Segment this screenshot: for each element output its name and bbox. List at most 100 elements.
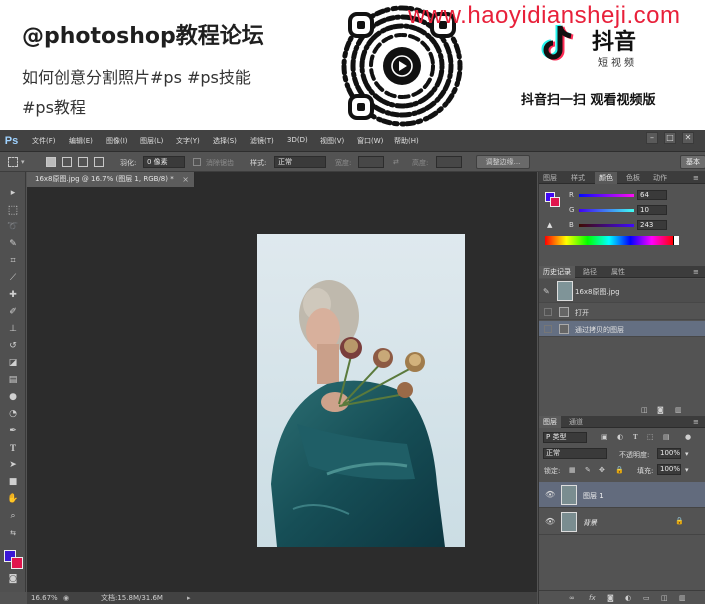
menu-layer[interactable]: 图层(L) (140, 136, 163, 146)
add-selection-icon[interactable] (62, 157, 72, 167)
blue-slider[interactable] (579, 224, 634, 227)
mask-icon[interactable]: ◙ (607, 594, 614, 602)
document-tab[interactable]: 16x8原图.jpg @ 16.7% (图层 1, RGB/8) * × (27, 172, 195, 187)
layers-menu-icon[interactable]: ≡ (689, 416, 703, 428)
tab-actions[interactable]: 动作 (649, 172, 671, 184)
style-select[interactable]: 正常 (274, 156, 326, 168)
pen-tool-icon[interactable]: ✒ (4, 424, 22, 438)
tab-styles[interactable]: 样式 (567, 172, 589, 184)
filter-type-icon[interactable]: T (633, 433, 638, 441)
height-input[interactable] (436, 156, 462, 168)
swap-icon[interactable]: ⇄ (393, 158, 399, 166)
refine-edge-button[interactable]: 调整边缘... (476, 155, 530, 169)
swap-colors-icon[interactable]: ⇆ (4, 526, 22, 540)
color-bg-swatch[interactable] (550, 197, 560, 207)
subtract-selection-icon[interactable] (78, 157, 88, 167)
tab-color[interactable]: 颜色 (595, 172, 617, 184)
healing-tool-icon[interactable]: ✚ (4, 288, 22, 302)
menu-help[interactable]: 帮助(H) (394, 136, 419, 146)
history-brush-tool-icon[interactable]: ↺ (4, 339, 22, 353)
tab-paths[interactable]: 路径 (579, 266, 601, 278)
marquee-tool-icon[interactable]: ⬚ (4, 203, 22, 217)
lock-position-icon[interactable]: ✥ (599, 466, 605, 474)
crop-tool-icon[interactable]: ⌗ (4, 254, 22, 268)
history-checkbox[interactable] (544, 308, 552, 316)
tab-channels[interactable]: 通道 (565, 416, 587, 428)
filter-pixel-icon[interactable]: ▣ (601, 433, 608, 441)
menu-image[interactable]: 图像(I) (106, 136, 128, 146)
close-tab-icon[interactable]: × (182, 172, 189, 187)
marquee-tool-icon[interactable] (8, 157, 18, 167)
snapshot-camera-icon[interactable]: ◙ (657, 406, 664, 414)
panel-menu-icon[interactable]: ≡ (689, 172, 703, 184)
new-selection-icon[interactable] (46, 157, 56, 167)
lock-transparency-icon[interactable]: ▦ (569, 466, 576, 474)
opacity-dropdown-icon[interactable]: ▾ (685, 450, 689, 458)
menu-type[interactable]: 文字(Y) (176, 136, 200, 146)
eyedropper-tool-icon[interactable]: ⟋ (4, 271, 22, 285)
gradient-tool-icon[interactable]: ▤ (4, 373, 22, 387)
type-tool-icon[interactable]: T (4, 441, 22, 455)
eraser-tool-icon[interactable]: ◪ (4, 356, 22, 370)
green-value[interactable]: 10 (637, 205, 667, 215)
lasso-tool-icon[interactable]: ➰ (4, 220, 22, 234)
menu-file[interactable]: 文件(F) (32, 136, 56, 146)
feather-input[interactable]: 0 像素 (143, 156, 185, 168)
blur-tool-icon[interactable]: ● (4, 390, 22, 404)
history-snapshot[interactable]: ✎ 16x8原图.jpg (539, 279, 705, 303)
opacity-input[interactable]: 100% (657, 448, 681, 459)
new-layer-icon[interactable]: ◫ (661, 594, 668, 602)
fill-dropdown-icon[interactable]: ▾ (685, 466, 689, 474)
history-checkbox[interactable] (544, 325, 552, 333)
chevron-down-icon[interactable]: ▾ (21, 158, 25, 166)
menu-filter[interactable]: 滤镜(T) (250, 136, 274, 146)
layer-row[interactable]: 👁 背景 🔒 (539, 509, 705, 535)
trash-icon[interactable]: ▥ (675, 406, 682, 414)
brush-tool-icon[interactable]: ✐ (4, 305, 22, 319)
green-slider[interactable] (579, 209, 634, 212)
status-info-icon[interactable]: ◉ (63, 592, 69, 604)
gamut-warning-icon[interactable]: ▲ (547, 221, 552, 229)
antialias-checkbox[interactable] (193, 158, 201, 166)
maximize-button[interactable]: □ (664, 132, 676, 144)
filter-adjustment-icon[interactable]: ◐ (617, 433, 623, 441)
menu-select[interactable]: 选择(S) (213, 136, 237, 146)
move-tool-icon[interactable]: ▸ (4, 186, 22, 200)
lock-all-icon[interactable]: 🔒 (615, 466, 624, 474)
minimize-button[interactable]: – (646, 132, 658, 144)
history-menu-icon[interactable]: ≡ (689, 266, 703, 278)
layer-lock-icon[interactable]: 🔒 (675, 517, 684, 525)
history-item-active[interactable]: 通过拷贝的图层 (539, 321, 705, 337)
hand-tool-icon[interactable]: ✋ (4, 492, 22, 506)
path-select-tool-icon[interactable]: ➤ (4, 458, 22, 472)
visibility-eye-icon[interactable]: 👁 (545, 490, 555, 499)
quick-select-tool-icon[interactable]: ✎ (4, 237, 22, 251)
background-color-swatch[interactable] (11, 557, 23, 569)
shape-tool-icon[interactable]: ■ (4, 475, 22, 489)
quick-mask-icon[interactable]: ◙ (4, 572, 22, 586)
color-spectrum-bar[interactable] (545, 236, 673, 245)
history-brush-source-icon[interactable]: ✎ (543, 287, 550, 296)
width-input[interactable] (358, 156, 384, 168)
intersect-selection-icon[interactable] (94, 157, 104, 167)
workspace-button[interactable]: 基本 (680, 155, 705, 169)
new-document-from-state-icon[interactable]: ◫ (641, 406, 648, 414)
fill-input[interactable]: 100% (657, 464, 681, 475)
menu-window[interactable]: 窗口(W) (357, 136, 383, 146)
menu-edit[interactable]: 编辑(E) (69, 136, 93, 146)
layer-row-selected[interactable]: 👁 图层 1 (539, 482, 705, 508)
history-item[interactable]: 打开 (539, 304, 705, 320)
dodge-tool-icon[interactable]: ◔ (4, 407, 22, 421)
tab-layers-top[interactable]: 图层 (539, 172, 561, 184)
zoom-tool-icon[interactable]: ⌕ (4, 509, 22, 523)
white-black-swatch[interactable] (673, 236, 679, 245)
tab-swatches[interactable]: 色板 (622, 172, 644, 184)
filter-shape-icon[interactable]: ⬚ (647, 433, 654, 441)
menu-view[interactable]: 视图(V) (320, 136, 344, 146)
folder-icon[interactable]: ▭ (643, 594, 650, 602)
adjustment-icon[interactable]: ◐ (625, 594, 631, 602)
lock-pixels-icon[interactable]: ✎ (585, 466, 591, 474)
red-slider[interactable] (579, 194, 634, 197)
filter-toggle-icon[interactable]: ● (685, 433, 691, 441)
tab-history[interactable]: 历史记录 (539, 266, 575, 278)
